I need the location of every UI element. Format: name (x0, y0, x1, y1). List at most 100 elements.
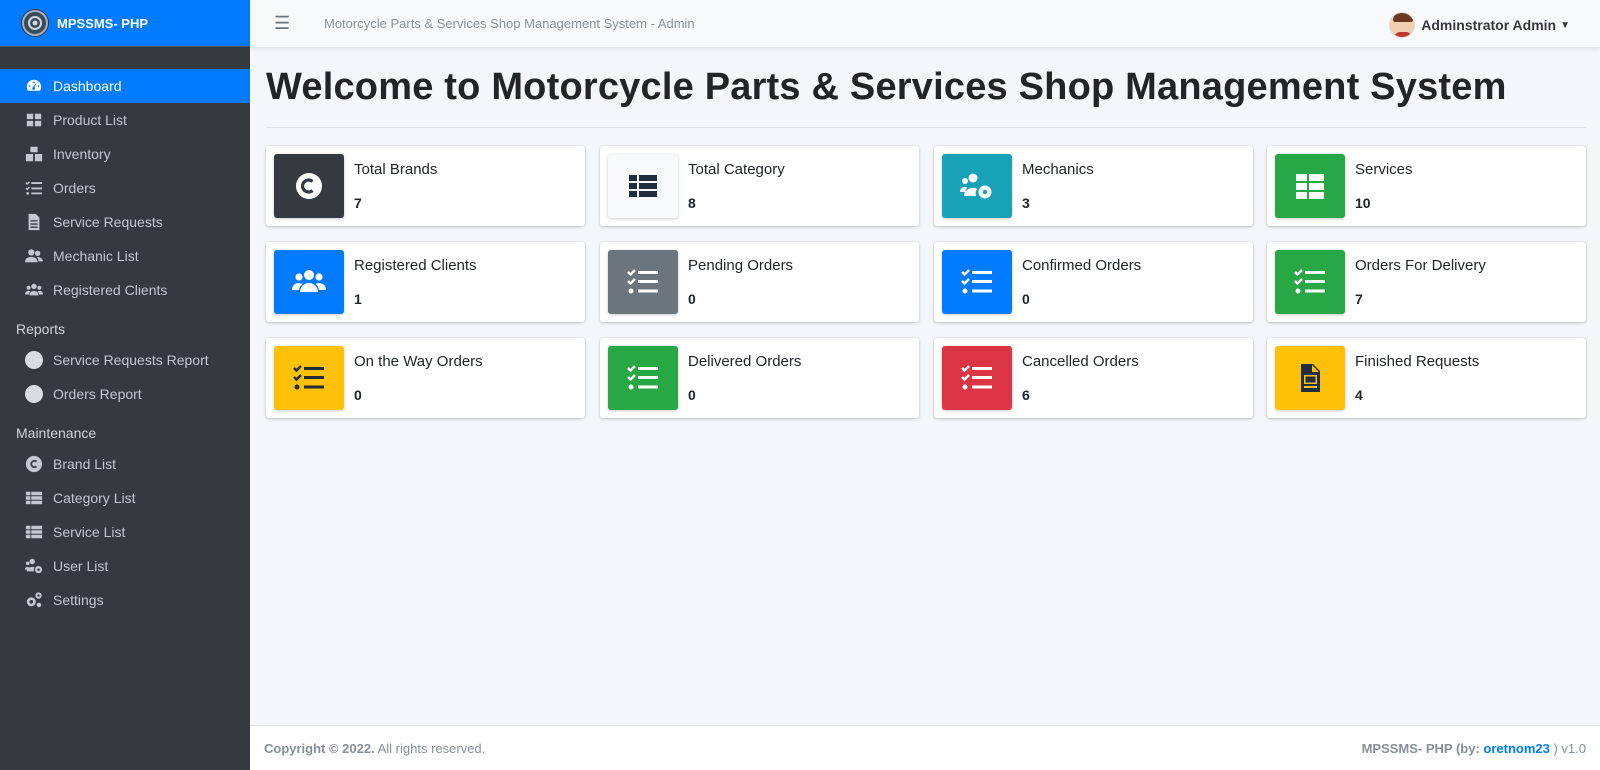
sidebar-item-label: Dashboard (53, 78, 122, 94)
card-label: Services (1355, 161, 1413, 178)
sidebar-item-service-list[interactable]: Service List (0, 515, 250, 549)
credit-suffix: ) v1.0 (1549, 740, 1586, 756)
sidebar-item-service-requests-report[interactable]: Service Requests Report (0, 343, 250, 377)
sidebar-item-label: Brand List (53, 456, 117, 472)
tasks-icon (24, 178, 44, 198)
card-confirmed-orders: Confirmed Orders 0 (934, 242, 1253, 322)
card-value: 6 (1022, 387, 1030, 403)
card-pending-orders: Pending Orders 0 (600, 242, 919, 322)
sidebar-item-dashboard[interactable]: Dashboard (0, 69, 250, 103)
sidebar-item-label: Service List (53, 524, 126, 540)
sidebar-item-label: Orders Report (53, 386, 142, 402)
user-menu[interactable]: Adminstrator Admin ▼ (1389, 12, 1570, 38)
card-total-brands: Total Brands 7 (266, 146, 585, 226)
credit-prefix: MPSSMS- PHP (by: (1361, 740, 1484, 756)
menu-toggle-icon[interactable]: ☰ (274, 13, 294, 34)
boxes-icon (24, 144, 44, 164)
card-label: Confirmed Orders (1022, 257, 1142, 274)
sidebar-item-settings[interactable]: Settings (0, 583, 250, 617)
card-label: Pending Orders (688, 257, 794, 274)
welcome-heading: Welcome to Motorcycle Parts & Services S… (266, 66, 1507, 108)
sidebar-item-service-requests[interactable]: Service Requests (0, 205, 250, 239)
card-label: Cancelled Orders (1022, 353, 1139, 370)
card-value: 0 (688, 387, 696, 403)
avatar (1389, 12, 1416, 38)
brand-logo-icon (22, 10, 48, 36)
sidebar-item-product-list[interactable]: Product List (0, 103, 250, 137)
card-label: Mechanics (1022, 161, 1094, 178)
file-invoice-icon (1275, 346, 1345, 410)
brand-name: MPSSMS- PHP (57, 15, 149, 31)
th-list-icon (24, 522, 44, 542)
copyright-text: Copyright © 2022. (264, 740, 375, 756)
card-mechanics: Mechanics 3 (934, 146, 1253, 226)
users-cog-icon (24, 556, 44, 576)
footer-credit: MPSSMS- PHP (by: oretnom23 ) v1.0 (1362, 741, 1586, 756)
user-name: Adminstrator Admin (1421, 17, 1557, 33)
card-label: On the Way Orders (354, 353, 483, 370)
sidebar-item-mechanic-list[interactable]: Mechanic List (0, 239, 250, 273)
sidebar-item-label: Inventory (53, 146, 111, 162)
card-label: Total Brands (354, 161, 438, 178)
nav-header-maintenance: Maintenance (16, 425, 97, 441)
dashboard-icon (24, 76, 44, 96)
card-label: Registered Clients (354, 257, 477, 274)
sidebar-item-brand-list[interactable]: Brand List (0, 447, 250, 481)
tasks-icon (942, 346, 1012, 410)
sidebar-item-label: Product List (53, 112, 127, 128)
sidebar-item-user-list[interactable]: User List (0, 549, 250, 583)
card-label: Total Category (688, 161, 785, 178)
card-total-category: Total Category 8 (600, 146, 919, 226)
main-content: Welcome to Motorcycle Parts & Services S… (250, 48, 1600, 418)
card-value: 10 (1355, 195, 1371, 211)
th-list-icon (24, 488, 44, 508)
sidebar: MPSSMS- PHP Dashboard Product List Inven… (0, 0, 250, 770)
card-on-the-way-orders: On the Way Orders 0 (266, 338, 585, 418)
sidebar-item-orders[interactable]: Orders (0, 171, 250, 205)
card-value: 8 (688, 195, 696, 211)
card-label: Delivered Orders (688, 353, 802, 370)
sidebar-nav: Dashboard Product List Inventory Orders … (0, 47, 250, 617)
brand-link[interactable]: MPSSMS- PHP (0, 0, 250, 47)
th-large-icon (24, 110, 44, 130)
users-icon (274, 250, 344, 314)
card-value: 4 (1355, 387, 1363, 403)
sidebar-item-label: User List (53, 558, 109, 574)
file-alt-icon (24, 212, 44, 232)
author-link[interactable]: oretnom23 (1483, 741, 1549, 756)
sidebar-item-registered-clients[interactable]: Registered Clients (0, 273, 250, 307)
sidebar-item-label: Service Requests (53, 214, 163, 230)
th-list-icon (608, 154, 678, 218)
cogs-icon (24, 590, 44, 610)
caret-down-icon: ▼ (1560, 19, 1570, 31)
sidebar-item-category-list[interactable]: Category List (0, 481, 250, 515)
tasks-icon (274, 346, 344, 410)
copyright-icon (24, 454, 44, 474)
topbar: ☰ Motorcycle Parts & Services Shop Manag… (250, 0, 1600, 48)
nav-header-reports: Reports (16, 321, 66, 337)
sidebar-item-label: Orders (53, 180, 96, 196)
users-icon (24, 246, 44, 266)
divider (266, 127, 1586, 128)
card-value: 0 (354, 387, 362, 403)
users-cog-icon (942, 154, 1012, 218)
card-delivered-orders: Delivered Orders 0 (600, 338, 919, 418)
tasks-icon (608, 250, 678, 314)
card-value: 7 (1355, 291, 1363, 307)
card-cancelled-orders: Cancelled Orders 6 (934, 338, 1253, 418)
card-value: 0 (1022, 291, 1030, 307)
sidebar-item-inventory[interactable]: Inventory (0, 137, 250, 171)
sidebar-item-orders-report[interactable]: Orders Report (0, 377, 250, 411)
tasks-icon (942, 250, 1012, 314)
card-label: Orders For Delivery (1355, 257, 1486, 274)
tasks-icon (1275, 250, 1345, 314)
circle-icon (24, 350, 44, 370)
card-label: Finished Requests (1355, 353, 1480, 370)
card-registered-clients: Registered Clients 1 (266, 242, 585, 322)
card-orders-for-delivery: Orders For Delivery 7 (1267, 242, 1586, 322)
sidebar-item-label: Service Requests Report (53, 352, 209, 368)
users-group-icon (24, 280, 44, 300)
footer-copyright: Copyright © 2022. All rights reserved. (264, 741, 485, 756)
copyright-icon (274, 154, 344, 218)
sidebar-item-label: Settings (53, 592, 104, 608)
